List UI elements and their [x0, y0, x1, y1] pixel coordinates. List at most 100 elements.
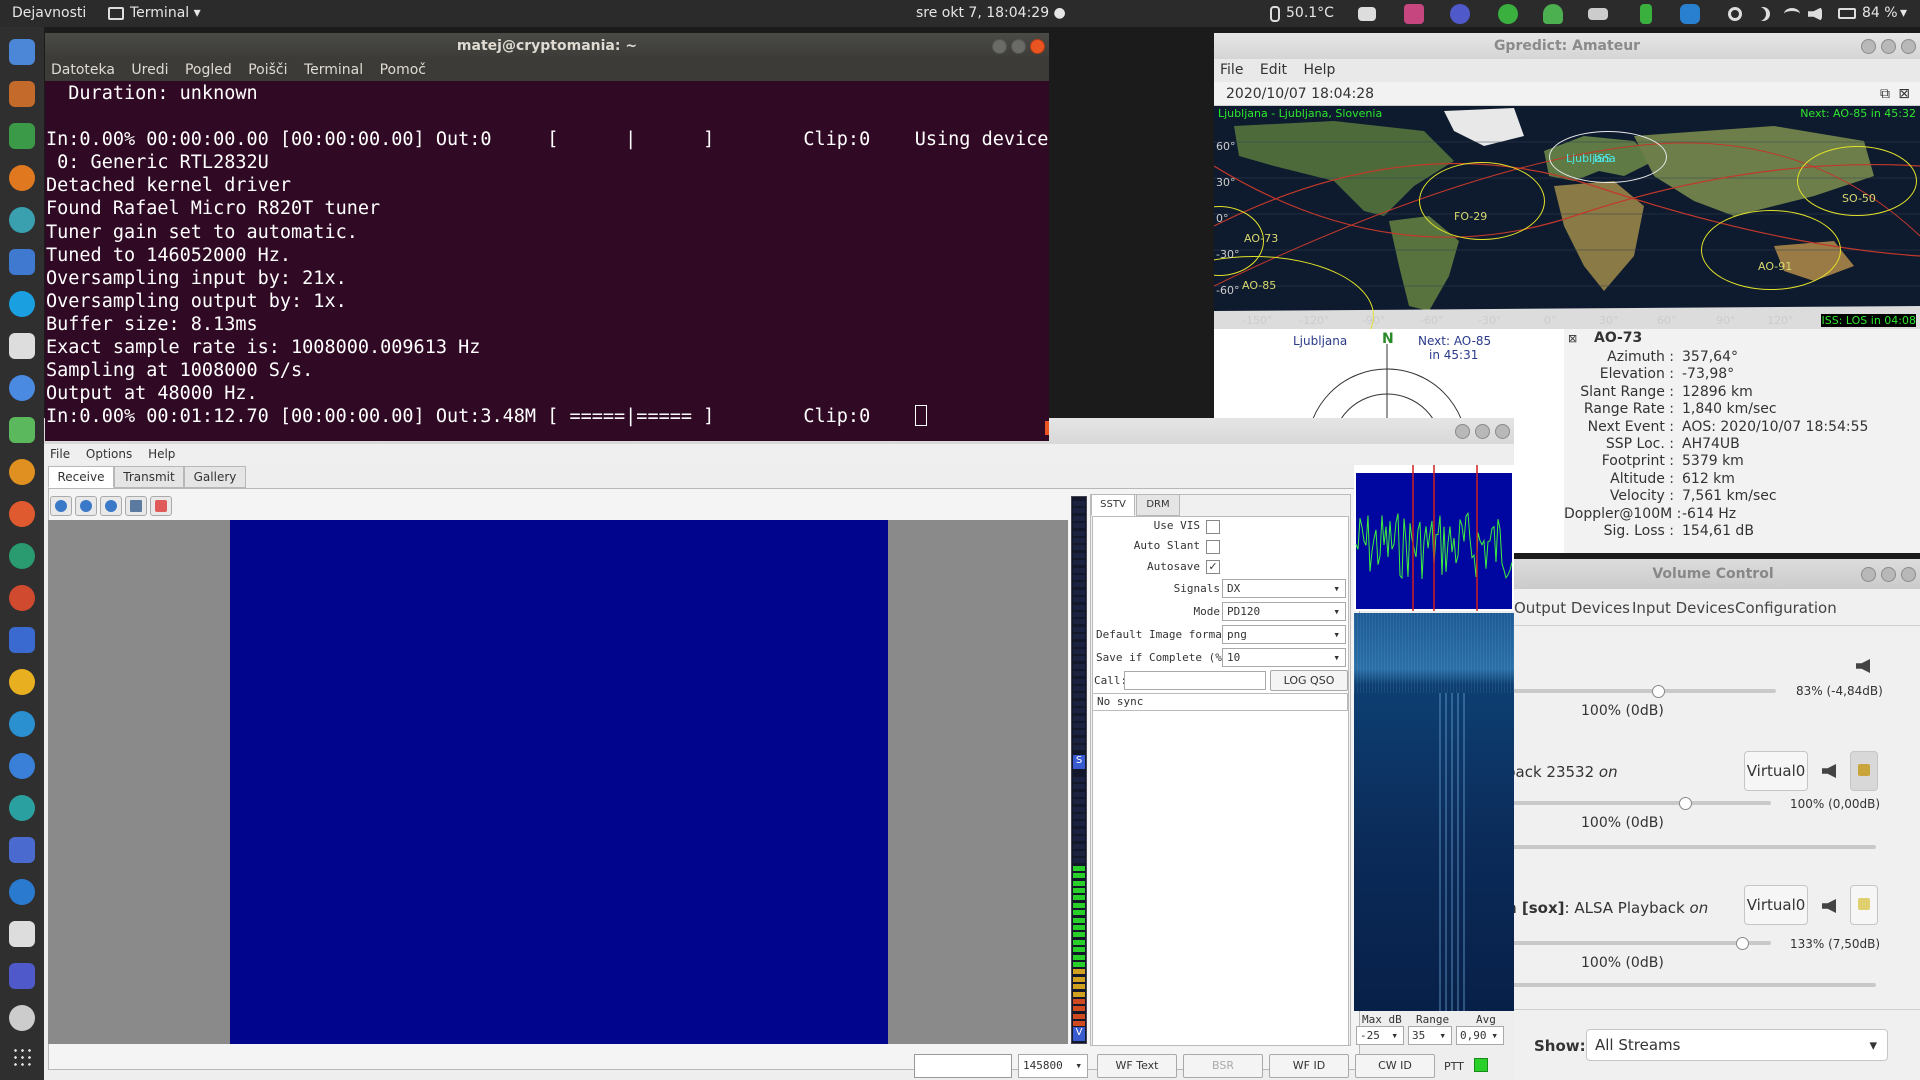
menu-poisci[interactable]: Poišči [242, 59, 293, 81]
spectrum-graph[interactable] [1354, 465, 1514, 611]
save-button[interactable] [125, 496, 147, 516]
x-app-icon[interactable] [9, 165, 35, 191]
wf-id-button[interactable]: WF ID [1269, 1054, 1349, 1078]
settings-icon[interactable] [9, 501, 35, 527]
minimize-button[interactable] [1861, 567, 1876, 582]
bsr-button[interactable]: BSR [1183, 1054, 1263, 1078]
save-complete-spinbox[interactable]: 10 [1222, 648, 1346, 667]
network-icon[interactable] [9, 207, 35, 233]
frequency-select[interactable]: 145800 [1018, 1054, 1088, 1078]
battery-percent[interactable]: 84 % [1862, 5, 1898, 21]
menu-options[interactable]: Options [80, 444, 138, 464]
close-button[interactable] [1030, 39, 1045, 54]
sat-label-ao91[interactable]: AO-91 [1758, 260, 1792, 273]
wf-text-button[interactable]: WF Text [1097, 1054, 1177, 1078]
device-select-button[interactable]: Virtual0 [1744, 751, 1808, 791]
mute-icon[interactable] [1822, 764, 1836, 778]
tab-receive[interactable]: Receive [48, 466, 114, 488]
log-qso-button[interactable]: LOG QSO [1270, 670, 1348, 691]
minimize-button[interactable] [992, 39, 1007, 54]
tab-transmit[interactable]: Transmit [114, 466, 184, 488]
volume-slider[interactable] [1506, 801, 1771, 805]
close-button[interactable] [1901, 39, 1916, 54]
volume-slider[interactable] [1506, 941, 1771, 945]
check-icon[interactable] [1498, 4, 1518, 24]
menu-datoteka[interactable]: Datoteka [45, 59, 121, 81]
module-close-icon[interactable]: ⊠ [1898, 82, 1910, 106]
world-map[interactable]: Ljubljana - Ljubljana, Slovenia Next: AO… [1214, 106, 1920, 376]
thunderbird-icon[interactable] [9, 39, 35, 65]
files-icon[interactable] [9, 81, 35, 107]
tab-output-devices[interactable]: Output Devices [1514, 599, 1630, 617]
menu-pogled[interactable]: Pogled [179, 59, 238, 81]
wifi-icon[interactable] [1784, 8, 1800, 20]
chrome-icon[interactable] [9, 669, 35, 695]
chat-icon[interactable] [9, 375, 35, 401]
call-input[interactable] [1124, 671, 1266, 690]
maximize-button[interactable] [1881, 39, 1896, 54]
signals-select[interactable]: DX [1222, 579, 1346, 598]
minimize-button[interactable] [1455, 424, 1470, 439]
lock-channels-button[interactable] [1850, 751, 1878, 791]
minimize-button[interactable] [1861, 39, 1876, 54]
red-app-icon[interactable] [9, 585, 35, 611]
spreadsheet-icon[interactable] [9, 123, 35, 149]
menu-uredi[interactable]: Uredi [125, 59, 174, 81]
show-select[interactable]: All Streams ▾ [1586, 1029, 1888, 1061]
moon-icon[interactable] [1756, 7, 1770, 21]
range-spinbox[interactable]: 35 [1408, 1026, 1452, 1045]
app-menu[interactable]: Terminal ▾ [130, 5, 201, 21]
auto-slant-checkbox[interactable] [1206, 540, 1220, 554]
activities-button[interactable]: Dejavnosti [12, 5, 86, 21]
stop-button[interactable] [75, 496, 97, 516]
volume-icon[interactable] [1808, 7, 1822, 21]
show-apps-icon[interactable] [12, 1047, 32, 1067]
feather-icon[interactable] [9, 711, 35, 737]
chart-icon[interactable] [9, 837, 35, 863]
compass-icon[interactable] [9, 753, 35, 779]
avg-spinbox[interactable]: 0,90 [1456, 1026, 1504, 1045]
game-icon[interactable] [9, 627, 35, 653]
volume-titlebar[interactable]: Volume Control [1506, 559, 1920, 589]
maximize-button[interactable] [1475, 424, 1490, 439]
virtualbox-icon[interactable] [9, 249, 35, 275]
volume-slider-knob[interactable] [1652, 685, 1666, 698]
mute-icon[interactable] [1822, 899, 1836, 913]
slack-dock-icon[interactable] [9, 543, 35, 569]
teams-dock-icon[interactable] [9, 963, 35, 989]
close-button[interactable] [1901, 567, 1916, 582]
use-vis-checkbox[interactable] [1206, 520, 1220, 534]
info-popup-icon[interactable]: ⊠ [1568, 332, 1577, 345]
cpu-temperature[interactable]: 50.1°C [1286, 5, 1334, 21]
calendar-icon[interactable] [9, 333, 35, 359]
ptt-indicator[interactable] [1474, 1058, 1488, 1072]
menu-pomoc[interactable]: Pomoč [374, 59, 432, 81]
device-select-button[interactable]: Virtual0 [1744, 885, 1808, 925]
image-view[interactable] [48, 520, 1068, 1044]
volume-slider[interactable] [1506, 689, 1776, 693]
module-popup-icon[interactable]: ⧉ [1880, 82, 1890, 106]
mode-select[interactable]: PD120 [1222, 602, 1346, 621]
volume-slider-knob[interactable] [1679, 797, 1693, 810]
menu-help[interactable]: Help [1297, 59, 1341, 82]
sat-label-fo29[interactable]: FO-29 [1454, 210, 1487, 223]
max-db-spinbox[interactable]: -25 [1356, 1026, 1404, 1045]
vpn-shield-icon[interactable] [1680, 4, 1700, 24]
slack-icon[interactable] [1404, 4, 1424, 24]
waterfall[interactable] [1354, 613, 1514, 1011]
start-button[interactable] [50, 496, 72, 516]
erase-button[interactable] [150, 496, 172, 516]
disk-icon[interactable] [9, 1005, 35, 1031]
sat-label-ao73[interactable]: AO-73 [1244, 232, 1278, 245]
volume-slider-knob[interactable] [1736, 937, 1750, 950]
menu-file[interactable]: File [44, 444, 76, 464]
sat-label-so50[interactable]: SO-50 [1842, 192, 1876, 205]
mute-icon[interactable] [1856, 659, 1870, 673]
tab-sstv[interactable]: SSTV [1091, 494, 1135, 516]
clock[interactable]: sre okt 7, 18:04:29 ● [916, 5, 1066, 21]
resync-button[interactable] [100, 496, 122, 516]
sat-label-ao85[interactable]: AO-85 [1242, 279, 1276, 292]
tab-gallery[interactable]: Gallery [184, 466, 246, 488]
scrollbar[interactable] [1045, 421, 1049, 435]
system-menu-chevron-icon[interactable]: ▾ [1900, 5, 1907, 21]
